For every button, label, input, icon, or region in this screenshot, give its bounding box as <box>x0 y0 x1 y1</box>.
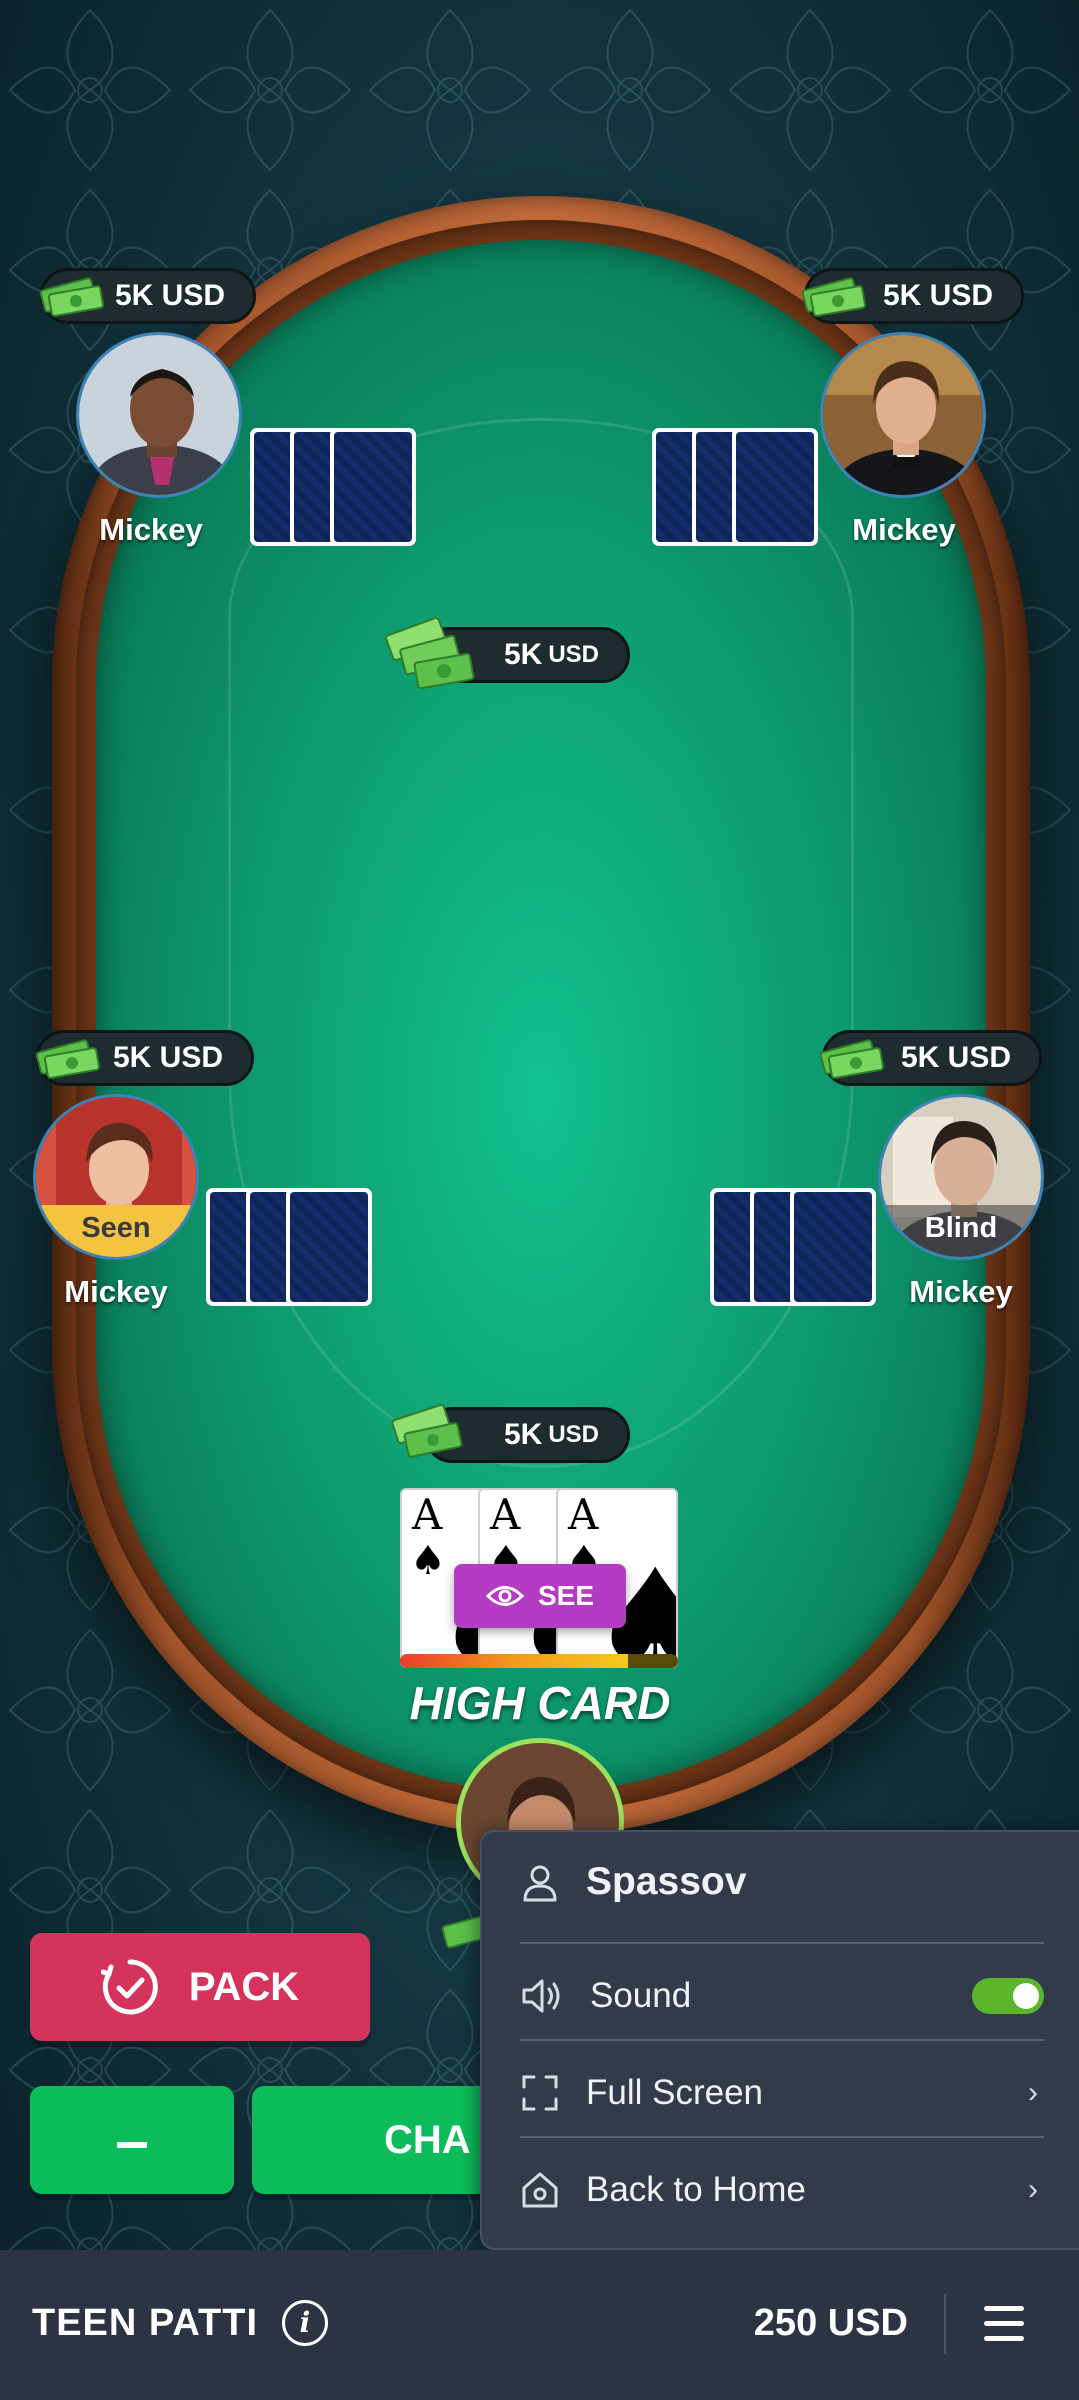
check-circle-icon <box>100 1959 158 2015</box>
menu-home-label: Back to Home <box>586 2170 806 2209</box>
avatar[interactable]: Blind <box>878 1094 1044 1260</box>
player-name: Mickey <box>99 512 203 547</box>
sound-toggle[interactable] <box>972 1978 1044 2014</box>
menu-home-row[interactable]: Back to Home › <box>520 2142 1044 2238</box>
info-icon[interactable]: i <box>282 2300 328 2346</box>
menu-sound-row[interactable]: Sound <box>520 1948 1044 2044</box>
eye-icon <box>485 1586 524 1606</box>
bottom-bar: TEEN PATTI i 250 USD <box>0 2250 1079 2400</box>
see-label: SEE <box>537 1580 595 1611</box>
player-bet-amount: 5K USD <box>114 279 225 312</box>
player-bet-amount: 5K USD <box>112 1041 223 1074</box>
menu-fullscreen-row[interactable]: Full Screen › <box>520 2045 1044 2141</box>
pack-label: PACK <box>188 1964 300 2009</box>
see-cards-button[interactable]: SEE <box>454 1564 626 1628</box>
my-bet-amount: 5K <box>503 1418 543 1451</box>
avatar[interactable] <box>76 332 242 498</box>
bar-divider <box>944 2294 946 2354</box>
player-name: Mickey <box>64 1274 168 1309</box>
pot-amount: 5K <box>503 638 543 671</box>
cash-stack-icon <box>385 617 475 690</box>
menu-divider <box>520 2039 1044 2041</box>
menu-divider <box>520 1942 1044 1944</box>
chaal-label: CHA <box>384 2117 471 2162</box>
pot-unit: USD <box>548 641 599 668</box>
decrease-bet-button[interactable]: – <box>30 2086 234 2194</box>
settings-menu: Spassov Sound Full Screen › Back to Home… <box>480 1830 1079 2250</box>
player-status-seen: Seen <box>36 1205 196 1257</box>
player-status-blind: Blind <box>881 1205 1041 1257</box>
balance: 250 USD <box>753 2302 908 2344</box>
hamburger-menu-icon[interactable] <box>984 2306 1024 2342</box>
player-bet-amount: 5K USD <box>900 1041 1011 1074</box>
cash-stack-icon <box>39 277 105 317</box>
avatar[interactable] <box>820 332 986 498</box>
menu-divider <box>520 2136 1044 2138</box>
avatar[interactable]: Seen <box>33 1094 199 1260</box>
user-icon <box>523 1865 557 1902</box>
cash-stack-icon <box>35 1039 101 1079</box>
home-icon <box>522 2172 558 2208</box>
chevron-right-icon: › <box>1028 2076 1038 2109</box>
speaker-icon <box>522 1979 560 2013</box>
player-name: Mickey <box>909 1274 1013 1309</box>
menu-user-row: Spassov <box>520 1834 1044 1930</box>
chevron-right-icon: › <box>1028 2173 1038 2206</box>
my-bet-unit: USD <box>548 1421 599 1448</box>
turn-timer-bar <box>400 1654 678 1668</box>
minus-label: – <box>115 2106 149 2174</box>
menu-username: Spassov <box>586 1860 747 1903</box>
felt-boundary-line <box>228 418 854 1468</box>
game-title: TEEN PATTI <box>32 2302 259 2344</box>
hand-rank-label: HIGH CARD <box>409 1677 671 1729</box>
player-name: Mickey <box>852 512 956 547</box>
fullscreen-icon <box>522 2075 558 2111</box>
cash-stack-icon <box>391 1404 463 1458</box>
menu-fullscreen-label: Full Screen <box>586 2073 764 2112</box>
pack-button[interactable]: PACK <box>30 1933 370 2041</box>
turn-timer-fill <box>400 1654 628 1668</box>
menu-sound-label: Sound <box>590 1976 692 2015</box>
player-bet-amount: 5K USD <box>882 279 993 312</box>
cash-stack-icon <box>801 277 867 317</box>
cash-stack-icon <box>819 1039 885 1079</box>
